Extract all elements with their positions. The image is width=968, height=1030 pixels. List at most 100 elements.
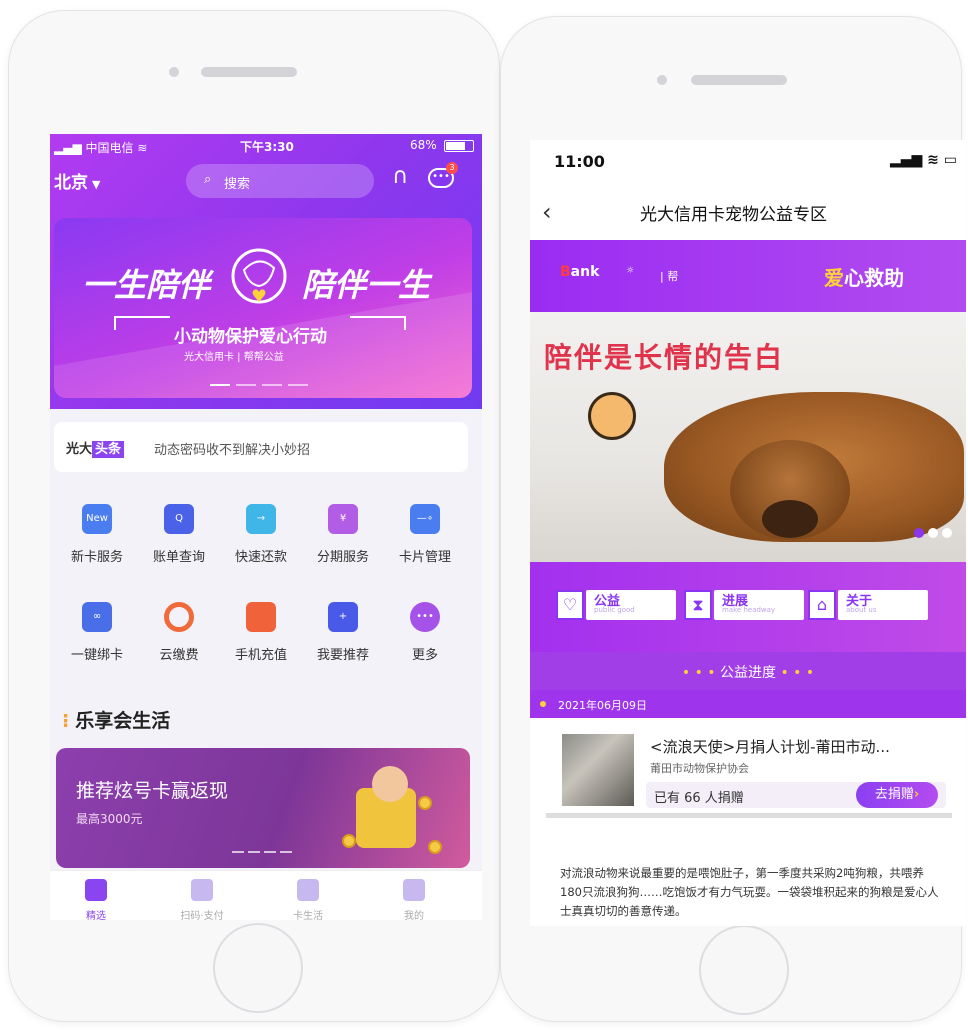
coin-icon (342, 834, 356, 848)
service-label: 新卡服务 (70, 550, 123, 565)
dog-logo-icon (231, 248, 287, 304)
hero-photo[interactable]: 陪伴是长情的告白 (530, 312, 966, 562)
service-label: 快速还款 (234, 550, 287, 565)
donation-count: 已有 66 人捐赠 (654, 791, 744, 806)
carrier: ▂▄▆ 中国电信 ≋ (54, 141, 148, 155)
headset-icon[interactable]: ∩ (392, 164, 408, 189)
service-label: 分期服务 (316, 550, 369, 565)
coin-icon (428, 840, 442, 854)
partner-logo-icon: | 帮 (660, 270, 679, 283)
bank-logo: Bank (560, 264, 600, 280)
date-row: 2021年06月09日 (530, 690, 966, 718)
donation-thumbnail (562, 734, 634, 806)
status-time: 11:00 (554, 152, 605, 171)
message-badge: 3 (446, 162, 458, 174)
description-text: 对流浪动物来说最重要的是喂饱肚子，第一季度共采购2吨狗粮，共喂养180只流浪狗狗… (560, 866, 939, 918)
house-icon: ⌂ (808, 590, 836, 620)
search-placeholder: 搜索 (224, 177, 251, 192)
right-screen: 11:00 ▂▄▆ ≋ ▭ ‹ 光大信用卡宠物公益专区 Bank ☼ | 帮 爱… (530, 140, 966, 926)
bind-card-icon: ∞ (82, 602, 112, 632)
service-label: 更多 (411, 648, 438, 663)
promo-title: 推荐炫号卡赢返现 (76, 780, 229, 802)
promo-card[interactable]: 推荐炫号卡赢返现 最高3000元 (56, 748, 470, 868)
section-marker-icon: ⁝ (62, 710, 70, 732)
scan-icon (191, 879, 213, 901)
donation-title: <流浪天使>月捐人计划-莆田市动... (650, 738, 890, 756)
card-life-icon (297, 879, 319, 901)
tab-item[interactable]: 扫码·支付 (162, 879, 242, 920)
news-brand: 光大 头条 (66, 438, 125, 458)
hero-headline: 陪伴是长情的告白 (544, 341, 785, 374)
search-icon: ⌕ (204, 172, 212, 187)
service-item[interactable]: + 我要推荐 (302, 602, 384, 663)
service-label: 云缴费 (159, 648, 199, 663)
service-label: 卡片管理 (398, 550, 451, 565)
service-item[interactable]: ••• 更多 (384, 602, 466, 663)
hourglass-icon: ⧗ (684, 590, 712, 620)
nav-bar: ‹ 光大信用卡宠物公益专区 (530, 184, 966, 240)
banner-logos: 光大信用卡 | 帮帮公益 (184, 352, 284, 363)
news-text: 动态密码收不到解决小妙招 (154, 443, 311, 458)
battery-percent: 68% (410, 138, 437, 152)
service-item[interactable]: Q 账单查询 (138, 504, 220, 565)
menu-subtitle: public good (594, 606, 635, 614)
service-label: 账单查询 (152, 550, 205, 565)
rescue-logo: 爱心救助 (824, 266, 904, 290)
banner-line-left (114, 316, 170, 330)
tab-label: 卡生活 (293, 911, 323, 920)
menu-subtitle: about us (846, 606, 877, 614)
card-manage-icon: —∘ (410, 504, 440, 534)
cloud-pay-icon (164, 602, 194, 632)
tab-item[interactable]: 精选 (56, 879, 136, 920)
camera-dot (169, 67, 179, 77)
left-screen: ▂▄▆ 中国电信 ≋ 下午3:30 68% 北京 ▼ ⌕ 搜索 ∩ ••• 3 一… (50, 134, 482, 920)
city-selector[interactable]: 北京 ▼ (54, 168, 100, 193)
tab-label: 扫码·支付 (180, 911, 224, 920)
monkey-sticker-icon (588, 392, 636, 440)
service-item[interactable]: —∘ 卡片管理 (384, 504, 466, 565)
status-time: 下午3:30 (240, 140, 294, 154)
service-item[interactable]: New 新卡服务 (56, 504, 138, 565)
donate-button[interactable]: 去捐赠› (856, 782, 938, 808)
battery-icon (444, 140, 474, 152)
tab-item[interactable]: 卡生活 (268, 879, 348, 920)
coin-icon (418, 796, 432, 810)
banner-subtitle: 小动物保护爱心行动 (174, 327, 327, 347)
menu-band: ♡ 公益 public good ⧗ 进展 make headway ⌂ 关于 about us (530, 562, 966, 652)
status-bar: ▂▄▆ 中国电信 ≋ 下午3:30 68% (50, 134, 482, 158)
installment-icon: ¥ (328, 504, 358, 534)
date-dot (540, 701, 546, 707)
tab-bar: 精选 扫码·支付 卡生活 我的 (50, 870, 482, 920)
menu-subtitle: make headway (722, 606, 776, 614)
donation-card[interactable]: <流浪天使>月捐人计划-莆田市动... 莆田市动物保护协会 已有 66 人捐赠 … (546, 726, 952, 818)
page-title: 光大信用卡宠物公益专区 (640, 205, 827, 225)
search-input[interactable]: ⌕ 搜索 (186, 164, 374, 198)
service-item[interactable]: → 快速还款 (220, 504, 302, 565)
service-item[interactable]: ¥ 分期服务 (302, 504, 384, 565)
status-icons: ▂▄▆ ≋ ▭ (890, 152, 958, 168)
hero-banner[interactable]: 一生陪伴 陪伴一生 小动物保护爱心行动 光大信用卡 | 帮帮公益 (54, 218, 472, 398)
partner-logo-icon: ☼ (626, 266, 635, 276)
tab-item[interactable]: 我的 (374, 879, 454, 920)
phone-topup-icon (246, 602, 276, 632)
bill-query-icon: Q (164, 504, 194, 534)
progress-title: 公益进度 (720, 665, 776, 681)
speaker-bar (691, 75, 787, 85)
featured-icon (85, 879, 107, 901)
home-button[interactable] (699, 925, 789, 1015)
back-icon[interactable]: ‹ (542, 198, 552, 226)
speaker-bar (201, 67, 297, 77)
promo-subtitle: 最高3000元 (76, 812, 143, 826)
home-button[interactable] (213, 923, 303, 1013)
banner-line-right (350, 316, 406, 330)
service-label: 一键绑卡 (70, 648, 123, 663)
camera-dot (657, 75, 667, 85)
tab-label: 精选 (86, 911, 106, 920)
quick-repay-icon: → (246, 504, 276, 534)
service-item[interactable]: 手机充值 (220, 602, 302, 663)
service-item[interactable]: ∞ 一键绑卡 (56, 602, 138, 663)
date-text: 2021年06月09日 (558, 699, 647, 712)
service-item[interactable]: 云缴费 (138, 602, 220, 663)
recommend-icon: + (328, 602, 358, 632)
news-ticker[interactable]: 光大 头条 动态密码收不到解决小妙招 (54, 422, 468, 472)
